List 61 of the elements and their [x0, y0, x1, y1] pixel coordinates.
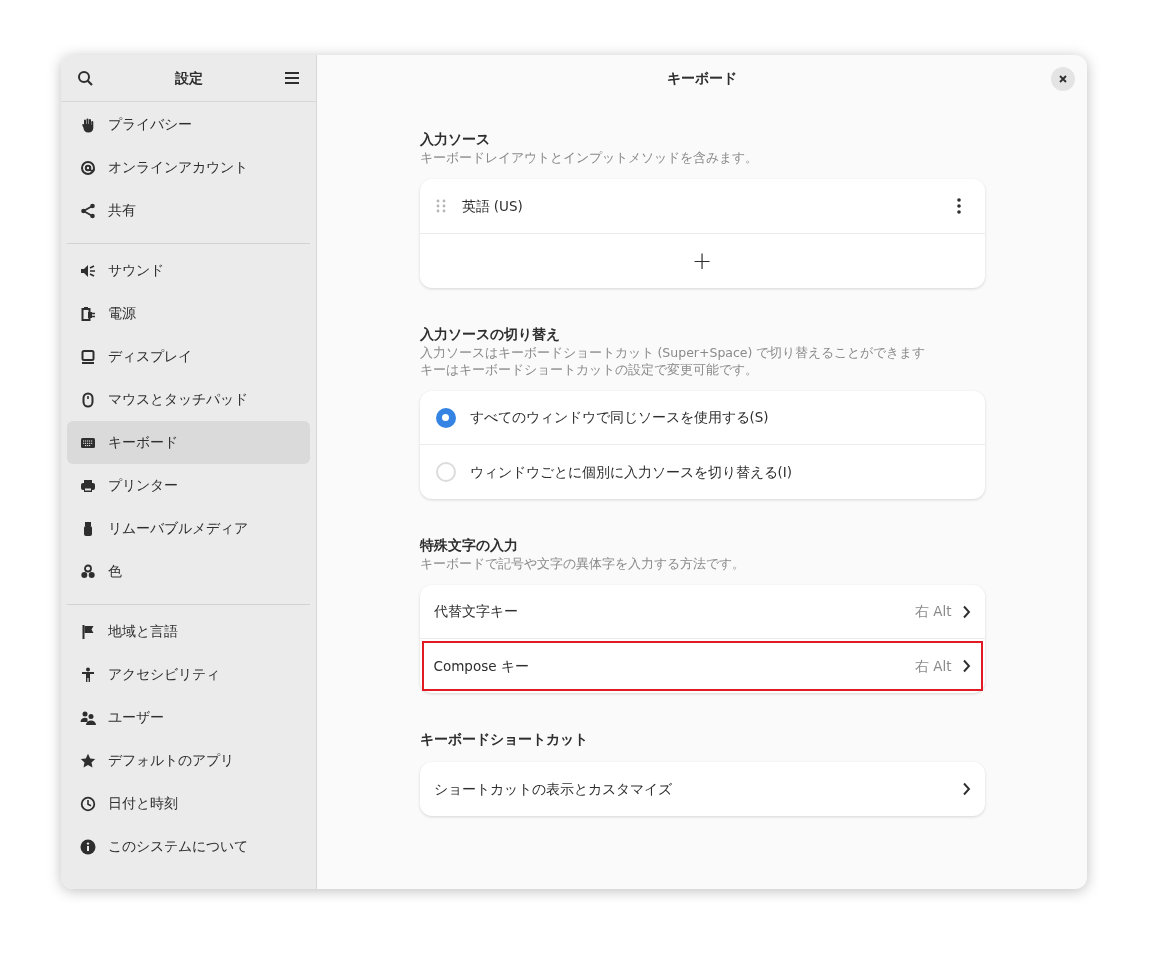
- sidebar-item[interactable]: オンラインアカウント: [67, 146, 310, 189]
- section-heading: 入力ソース: [419, 130, 491, 149]
- radio-button[interactable]: [435, 462, 456, 482]
- sidebar-item[interactable]: キーボード: [67, 421, 310, 464]
- sidebar-item[interactable]: 地域と言語: [67, 610, 310, 653]
- section-description: キーはキーボードショートカットの設定で変更可能です。: [419, 362, 759, 378]
- settings-row[interactable]: 代替文字キー 右 Alt: [419, 585, 985, 639]
- search-button[interactable]: [75, 68, 95, 88]
- menu-icon: [284, 70, 300, 86]
- sidebar-item[interactable]: 共有: [67, 189, 310, 232]
- sidebar-item[interactable]: ディスプレイ: [67, 335, 310, 378]
- sidebar-item[interactable]: ユーザー: [67, 696, 310, 739]
- close-icon: [1058, 74, 1068, 84]
- share-icon: [80, 202, 96, 219]
- sidebar-item[interactable]: マウスとタッチパッド: [67, 378, 310, 421]
- sidebar-item[interactable]: リムーバブルメディア: [67, 507, 310, 550]
- radio-option[interactable]: ウィンドウごとに個別に入力ソースを切り替える(I): [419, 445, 985, 499]
- battery-plug-icon: [80, 305, 96, 322]
- mouse-icon: [80, 391, 96, 408]
- sidebar-item[interactable]: デフォルトのアプリ: [67, 739, 310, 782]
- sidebar-item[interactable]: アクセシビリティ: [67, 653, 310, 696]
- printer-icon: [80, 477, 96, 494]
- chevron-right-icon: [961, 604, 971, 619]
- section-description: 入力ソースはキーボードショートカット (Super+Space) で切り替えることができます: [419, 345, 927, 361]
- section-heading: 特殊文字の入力: [419, 536, 519, 555]
- search-icon: [77, 70, 93, 86]
- section-heading: 入力ソースの切り替え: [419, 325, 561, 344]
- clock-icon: [80, 795, 96, 812]
- users-icon: [80, 709, 96, 726]
- sidebar-item[interactable]: 電源: [67, 292, 310, 335]
- color-circles-icon: [80, 563, 96, 580]
- sidebar-item[interactable]: プリンター: [67, 464, 310, 507]
- sidebar-item[interactable]: 色: [67, 550, 310, 593]
- settings-row[interactable]: Compose キー 右 Alt: [419, 639, 985, 693]
- close-button[interactable]: [1051, 67, 1075, 91]
- sidebar-item[interactable]: サウンド: [67, 249, 310, 292]
- sidebar-title: 設定: [174, 68, 203, 88]
- at-sign-icon: [80, 159, 96, 176]
- radio-option[interactable]: すべてのウィンドウで同じソースを使用する(S): [419, 391, 985, 445]
- section-heading: キーボードショートカット: [419, 730, 589, 749]
- chevron-right-icon: [961, 659, 971, 673]
- radio-button[interactable]: [435, 407, 456, 428]
- input-source-row[interactable]: 英語 (US): [419, 179, 985, 234]
- add-button[interactable]: +: [419, 234, 985, 288]
- section-description: キーボードレイアウトとインプットメソッドを含みます。: [419, 150, 759, 166]
- sidebar-item[interactable]: プライバシー: [67, 103, 310, 146]
- flag-icon: [80, 623, 96, 640]
- vertical-dots-icon: [956, 198, 961, 214]
- accessibility-icon: [80, 666, 96, 683]
- speaker-icon: [80, 262, 96, 279]
- section-description: キーボードで記号や文字の異体字を入力する方法です。: [419, 556, 746, 572]
- settings-row[interactable]: ショートカットの表示とカスタマイズ: [419, 762, 985, 816]
- chevron-right-icon: [961, 782, 971, 796]
- drag-handle-icon: [435, 199, 446, 213]
- page-title: キーボード: [667, 69, 737, 88]
- sidebar-item[interactable]: 日付と時刻: [67, 782, 310, 825]
- info-icon: [80, 838, 96, 855]
- sidebar-item[interactable]: このシステムについて: [67, 825, 310, 868]
- hand-icon: [80, 116, 96, 133]
- monitor-icon: [80, 348, 96, 365]
- star-icon: [80, 752, 96, 769]
